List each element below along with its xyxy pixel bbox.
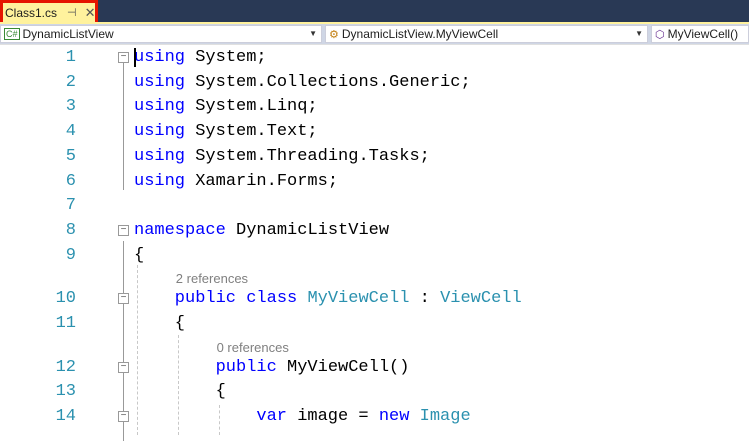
keyword: class xyxy=(246,289,298,309)
type-name: MyViewCell xyxy=(307,289,410,309)
code-text: { xyxy=(216,379,226,404)
code-text: namespace DynamicListView xyxy=(134,218,389,243)
close-icon[interactable]: ✕ xyxy=(85,5,96,21)
line-number: 7 xyxy=(65,196,76,216)
keyword: using xyxy=(134,146,186,166)
project-label: DynamicListView xyxy=(22,27,114,41)
tab-class1-cs[interactable]: Class1.cs ⊣ ✕ xyxy=(0,0,98,22)
type-name: ViewCell xyxy=(440,289,522,309)
collapse-icon[interactable]: − xyxy=(118,293,129,305)
code-line: 2 using System.Collections.Generic; xyxy=(0,70,749,95)
code-line: 14 − var image = new Image xyxy=(0,404,749,429)
line-number: 12 xyxy=(55,357,76,377)
type-dropdown[interactable]: ⚙ DynamicListView.MyViewCell ▼ xyxy=(325,25,648,43)
code-line: 6 using Xamarin.Forms; xyxy=(0,169,749,194)
line-number: 13 xyxy=(55,382,76,402)
line-number: 11 xyxy=(55,314,76,333)
line-number: 6 xyxy=(65,171,76,191)
collapse-icon[interactable]: − xyxy=(118,411,129,423)
code-text: using System.Threading.Tasks; xyxy=(134,144,430,169)
code-line: 11 { xyxy=(0,311,749,336)
code-token: DynamicListView xyxy=(225,220,390,240)
code-token: : xyxy=(409,289,441,309)
code-text: { xyxy=(175,311,185,336)
code-line: 8 − namespace DynamicListView xyxy=(0,218,749,243)
line-number: 2 xyxy=(65,72,76,92)
code-line: 12 − public MyViewCell() xyxy=(0,355,749,380)
project-dropdown[interactable]: C# DynamicListView ▼ xyxy=(0,25,322,43)
pin-icon[interactable]: ⊣ xyxy=(67,6,77,19)
line-number: 1 xyxy=(65,48,76,67)
chevron-down-icon: ▼ xyxy=(309,29,317,38)
code-line: 3 using System.Linq; xyxy=(0,94,749,119)
code-text: using System.Linq; xyxy=(134,94,318,119)
code-line: 10 − public class MyViewCell : ViewCell xyxy=(0,286,749,311)
code-token: Xamarin.Forms; xyxy=(185,171,339,191)
chevron-down-icon: ▼ xyxy=(635,29,643,38)
keyword: public xyxy=(215,357,277,377)
type-name: Image xyxy=(419,407,471,427)
code-text: using Xamarin.Forms; xyxy=(134,169,338,194)
line-number: 4 xyxy=(65,122,76,142)
line-number: 9 xyxy=(65,245,76,265)
code-line: 7 xyxy=(0,193,749,218)
method-icon: ⬡ xyxy=(655,28,665,41)
collapse-icon[interactable]: − xyxy=(118,224,129,236)
code-token: { xyxy=(174,314,185,333)
code-text: using System.Text; xyxy=(134,119,318,144)
code-editor[interactable]: 1− using System; 2 using System.Collections… xyxy=(0,44,749,441)
code-text: public MyViewCell() xyxy=(216,355,410,380)
line-number: 5 xyxy=(65,146,76,166)
code-token: System.Linq; xyxy=(185,97,318,117)
csharp-icon: C# xyxy=(4,28,20,40)
class-icon: ⚙ xyxy=(329,28,339,41)
keyword: var xyxy=(256,407,287,427)
code-line: 5 using System.Threading.Tasks; xyxy=(0,144,749,169)
code-text: var image = new Image xyxy=(256,404,470,429)
text-caret xyxy=(134,48,136,67)
type-label: DynamicListView.MyViewCell xyxy=(341,27,499,41)
navigation-bar: C# DynamicListView ▼ ⚙ DynamicListView.M… xyxy=(0,24,749,44)
keyword: using xyxy=(134,122,186,142)
collapse-icon[interactable]: − xyxy=(118,361,129,373)
code-token: System.Text; xyxy=(185,122,318,142)
line-number: 14 xyxy=(55,407,76,427)
keyword: new xyxy=(378,407,410,427)
keyword: namespace xyxy=(134,220,226,240)
keyword: using xyxy=(134,72,186,92)
code-text: using System; xyxy=(134,45,267,70)
code-token: System.Collections.Generic; xyxy=(185,72,471,92)
code-token: System; xyxy=(185,48,267,67)
keyword: using xyxy=(134,97,186,117)
code-text: using System.Collections.Generic; xyxy=(134,70,471,95)
member-label: MyViewCell() xyxy=(667,27,739,41)
keyword: using xyxy=(134,48,186,67)
code-token: { xyxy=(215,382,226,402)
tab-title: Class1.cs xyxy=(5,5,58,20)
line-number: 10 xyxy=(55,289,76,309)
code-token: System.Threading.Tasks; xyxy=(185,146,430,166)
code-text: public class MyViewCell : ViewCell xyxy=(175,286,522,311)
line-number: 8 xyxy=(65,220,76,240)
member-dropdown[interactable]: ⬡ MyViewCell() xyxy=(651,25,749,43)
code-line: 1 − using System; xyxy=(0,45,749,70)
code-line: 4 using System.Text; xyxy=(0,119,749,144)
collapse-icon[interactable]: − xyxy=(118,52,129,63)
code-token: MyViewCell() xyxy=(276,357,410,377)
keyword: using xyxy=(134,171,186,191)
document-tab-strip xyxy=(0,0,749,22)
code-token: image = xyxy=(287,407,379,427)
keyword: public xyxy=(174,289,237,309)
code-line: 13 { xyxy=(0,379,749,404)
code-text: { xyxy=(134,243,144,268)
code-token: { xyxy=(134,245,145,265)
code-line: 9{ xyxy=(0,243,749,268)
line-number: 3 xyxy=(65,97,76,117)
